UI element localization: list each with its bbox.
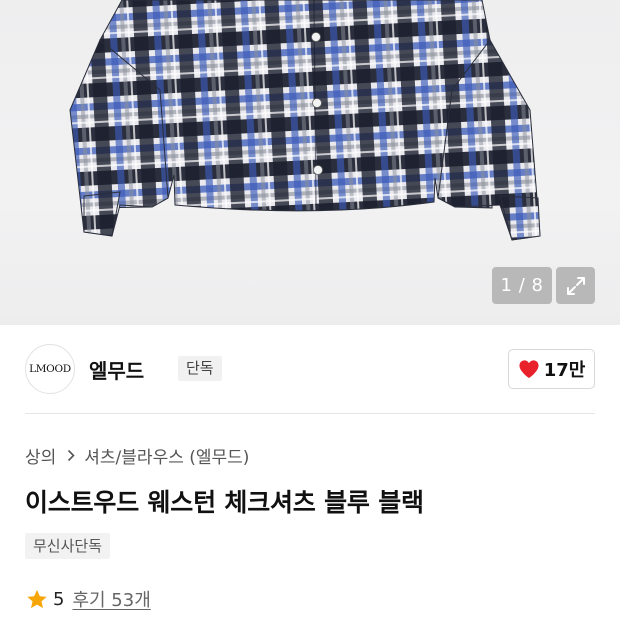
like-button[interactable]: 17만 <box>508 349 595 389</box>
brand-row: LMOOD 엘무드 단독 17만 <box>25 344 595 394</box>
brand-exclusive-badge: 단독 <box>178 356 222 381</box>
heart-icon <box>519 360 539 379</box>
rating-summary: 5 후기 53개 <box>26 586 151 612</box>
rating-score: 5 <box>53 588 65 610</box>
star-icon <box>27 589 47 608</box>
review-count-link[interactable]: 후기 53개 <box>72 586 150 612</box>
brand-name[interactable]: 엘무드 <box>89 355 144 384</box>
exclusive-tag: 무신사단독 <box>25 533 111 559</box>
breadcrumb-item-subcategory[interactable]: 셔츠/블라우스 (엘무드) <box>84 443 249 468</box>
brand-logo[interactable]: LMOOD <box>25 344 75 394</box>
section-divider <box>25 413 595 414</box>
like-count: 17만 <box>543 360 586 381</box>
chevron-right-icon <box>67 449 75 462</box>
product-image-gallery[interactable]: 1 / 8 <box>0 0 620 325</box>
expand-image-button[interactable] <box>556 267 595 304</box>
image-counter-text: 1 / 8 <box>500 275 544 296</box>
expand-icon <box>566 276 585 295</box>
product-title: 이스트우드 웨스턴 체크셔츠 블루 블랙 <box>25 488 424 517</box>
breadcrumb-item-category[interactable]: 상의 <box>25 443 56 468</box>
image-counter: 1 / 8 <box>492 267 552 304</box>
brand-logo-text: LMOOD <box>29 363 71 375</box>
breadcrumb: 상의 셔츠/블라우스 (엘무드) <box>25 443 249 468</box>
